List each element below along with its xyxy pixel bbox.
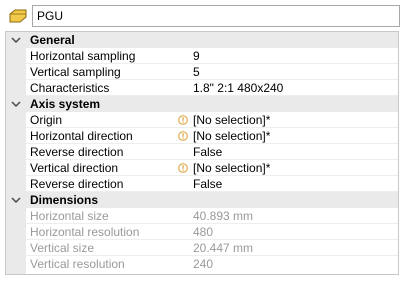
property-row[interactable]: Vertical sampling 5 — [6, 64, 398, 80]
property-label: Origin — [30, 113, 63, 127]
warning-icon — [178, 115, 188, 125]
category-title: Axis system — [30, 97, 101, 111]
category-general[interactable]: General — [6, 32, 398, 48]
warning-icon — [178, 163, 188, 173]
name-field[interactable] — [32, 5, 400, 27]
name-bar — [0, 0, 406, 32]
property-label: Vertical sampling — [30, 65, 121, 79]
property-row[interactable]: Characteristics 1.8" 2:1 480x240 — [6, 80, 398, 96]
property-row: Vertical resolution 240 — [6, 256, 398, 272]
property-label: Reverse direction — [30, 177, 124, 191]
property-label: Characteristics — [30, 81, 110, 95]
property-value[interactable]: [No selection]* — [193, 112, 270, 128]
chevron-down-icon[interactable] — [11, 196, 21, 204]
folder-tag-icon — [9, 9, 27, 23]
property-row: Vertical size 20.447 mm — [6, 240, 398, 256]
property-value[interactable]: 5 — [193, 64, 200, 80]
category-title: Dimensions — [30, 193, 99, 207]
property-row: Horizontal size 40.893 mm — [6, 208, 398, 224]
property-label: Horizontal sampling — [30, 49, 136, 63]
property-label: Horizontal direction — [30, 129, 133, 143]
property-value[interactable]: 9 — [193, 48, 200, 64]
property-row[interactable]: Horizontal sampling 9 — [6, 48, 398, 64]
warning-icon — [178, 131, 188, 141]
chevron-down-icon[interactable] — [11, 100, 21, 108]
property-row[interactable]: Reverse direction False — [6, 176, 398, 192]
property-value[interactable]: 1.8" 2:1 480x240 — [193, 80, 283, 96]
category-title: General — [30, 33, 75, 47]
property-label: Vertical direction — [30, 161, 119, 175]
property-label: Vertical resolution — [30, 257, 125, 271]
chevron-down-icon[interactable] — [11, 36, 21, 44]
property-value[interactable]: [No selection]* — [193, 128, 270, 144]
property-value[interactable]: False — [193, 144, 222, 160]
property-value: 240 — [193, 257, 214, 271]
property-label: Horizontal resolution — [30, 225, 140, 239]
property-row[interactable]: Horizontal direction [No selection]* — [6, 128, 398, 144]
property-grid: General Horizontal sampling 9 Vertical s… — [5, 31, 399, 275]
property-value[interactable]: [No selection]* — [193, 160, 270, 176]
property-value: 20.447 mm — [193, 241, 254, 255]
property-row: Horizontal resolution 480 — [6, 224, 398, 240]
property-label: Vertical size — [30, 241, 95, 255]
property-label: Reverse direction — [30, 145, 124, 159]
property-row[interactable]: Vertical direction [No selection]* — [6, 160, 398, 176]
property-label: Horizontal size — [30, 209, 109, 223]
property-value: 480 — [193, 225, 214, 239]
property-value: 40.893 mm — [193, 209, 254, 223]
category-dimensions[interactable]: Dimensions — [6, 192, 398, 208]
property-row[interactable]: Reverse direction False — [6, 144, 398, 160]
property-row[interactable]: Origin [No selection]* — [6, 112, 398, 128]
name-input[interactable] — [33, 6, 399, 26]
category-axis-system[interactable]: Axis system — [6, 96, 398, 112]
property-value[interactable]: False — [193, 176, 222, 192]
